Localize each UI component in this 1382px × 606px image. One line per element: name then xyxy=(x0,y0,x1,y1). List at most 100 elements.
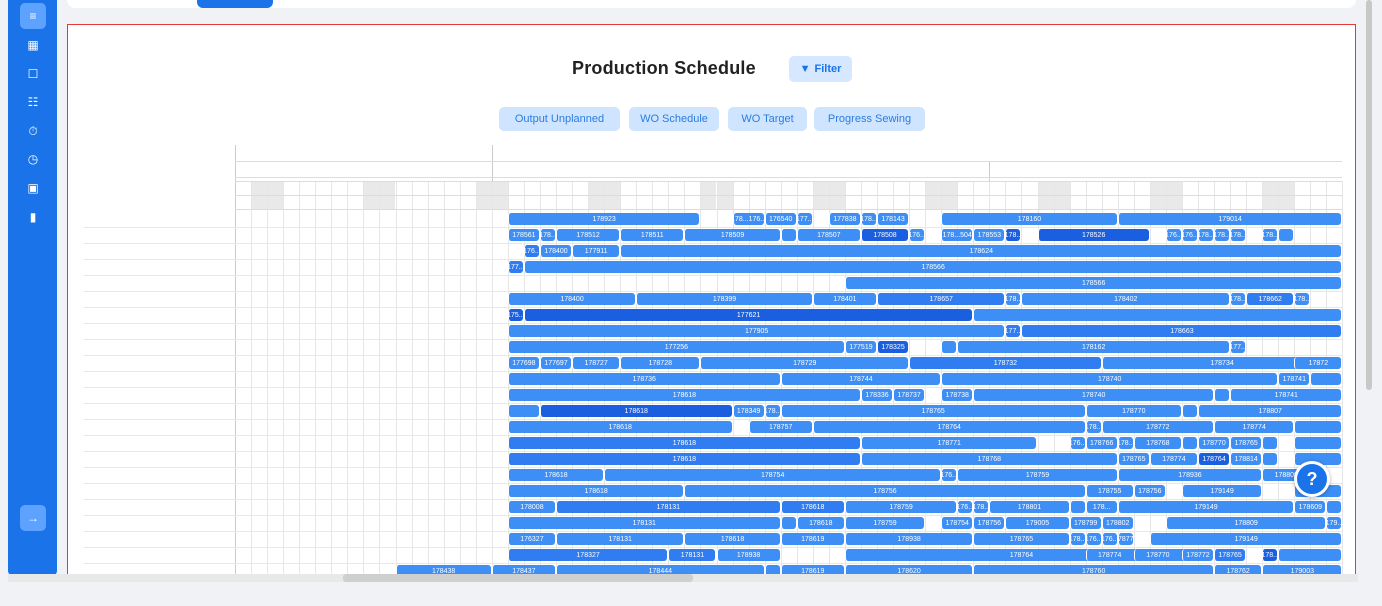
schedule-bar[interactable]: 178757 xyxy=(748,421,812,433)
schedule-bar[interactable]: 178336 xyxy=(860,389,893,401)
schedule-bar[interactable]: 178... xyxy=(1214,229,1230,241)
schedule-bar[interactable]: 178732 xyxy=(909,357,1101,369)
schedule-bar[interactable]: 178624 xyxy=(620,245,1342,257)
schedule-bar[interactable]: 178756 xyxy=(1133,485,1165,497)
schedule-bar[interactable]: 177621 xyxy=(523,309,973,321)
schedule-bar[interactable]: 178... xyxy=(1117,437,1133,449)
schedule-bar[interactable]: 178327 xyxy=(507,549,668,561)
schedule-bar[interactable]: 178618 xyxy=(507,485,684,497)
schedule-bar[interactable]: 178618 xyxy=(507,469,604,481)
schedule-bar[interactable]: 178... xyxy=(1085,501,1117,513)
schedule-bar[interactable] xyxy=(1294,437,1342,449)
schedule-bar[interactable]: 177... xyxy=(1230,341,1246,353)
stopwatch-icon[interactable]: ⏱ xyxy=(20,118,46,144)
schedule-bar[interactable]: 178770 xyxy=(1198,437,1230,449)
schedule-bar[interactable]: 178553 xyxy=(973,229,1005,241)
schedule-bar[interactable]: 179149 xyxy=(1181,485,1262,497)
schedule-bar[interactable]: 177... xyxy=(507,261,523,273)
schedule-bar[interactable]: 179149 xyxy=(1117,501,1294,513)
schedule-bar[interactable]: 178402 xyxy=(1021,293,1230,305)
schedule-bar[interactable]: 178936 xyxy=(1117,469,1262,481)
schedule-bar[interactable] xyxy=(1278,549,1342,561)
schedule-bar[interactable]: 178... xyxy=(1230,229,1246,241)
schedule-bar[interactable]: 176540 xyxy=(764,213,796,225)
output-unplanned-button[interactable]: Output Unplanned xyxy=(499,107,620,131)
schedule-bar[interactable]: 178...504 xyxy=(941,229,973,241)
schedule-bar[interactable]: 178566 xyxy=(523,261,1342,273)
schedule-bar[interactable]: 178938 xyxy=(716,549,780,561)
schedule-bar[interactable]: 178... xyxy=(764,405,780,417)
schedule-bar[interactable]: 179014 xyxy=(1117,213,1342,225)
schedule-bar[interactable]: 178618 xyxy=(780,501,844,513)
schedule-bar[interactable]: 177... xyxy=(1005,325,1021,337)
schedule-bar[interactable]: 178131 xyxy=(556,501,780,513)
schedule-bar[interactable]: 178618 xyxy=(507,421,732,433)
schedule-bar[interactable]: 178... xyxy=(1294,293,1310,305)
schedule-bar[interactable]: 17872 xyxy=(1294,357,1342,369)
schedule-bar[interactable]: 178131 xyxy=(556,533,684,545)
schedule-bar[interactable] xyxy=(1278,229,1294,241)
schedule-bar[interactable]: 178765 xyxy=(973,533,1069,545)
schedule-bar[interactable]: 178400 xyxy=(507,293,636,305)
schedule-bar[interactable]: 176327 xyxy=(507,533,555,545)
schedule-bar[interactable]: 178741 xyxy=(1230,389,1342,401)
schedule-bar[interactable]: 179149 xyxy=(1149,533,1342,545)
horizontal-scrollbar[interactable] xyxy=(8,574,1358,582)
schedule-bar[interactable]: 178807 xyxy=(1198,405,1342,417)
schedule-bar[interactable]: 178618 xyxy=(507,437,860,449)
schedule-bar[interactable]: 178938 xyxy=(844,533,973,545)
book-icon[interactable]: ▮ xyxy=(20,204,46,230)
schedule-bar[interactable]: 176... xyxy=(1085,533,1101,545)
schedule-bar[interactable]: 178143 xyxy=(877,213,909,225)
schedule-bar[interactable]: 178507 xyxy=(796,229,860,241)
schedule-bar[interactable] xyxy=(1262,453,1278,465)
schedule-bar[interactable]: 178399 xyxy=(636,293,812,305)
schedule-bar[interactable]: 178561 xyxy=(507,229,539,241)
schedule-bar[interactable]: 178774 xyxy=(1085,549,1133,561)
schedule-bar[interactable]: 178657 xyxy=(877,293,1005,305)
schedule-bar[interactable]: 177697 xyxy=(539,357,572,369)
schedule-bar[interactable]: 178768 xyxy=(860,453,1117,465)
schedule-bar[interactable]: 178618 xyxy=(796,517,844,529)
schedule-bar[interactable]: 178... xyxy=(1262,549,1278,561)
schedule-bar[interactable]: 178401 xyxy=(812,293,876,305)
schedule-bar[interactable]: 178162 xyxy=(957,341,1230,353)
schedule-bar[interactable] xyxy=(507,405,539,417)
vertical-scrollbar[interactable] xyxy=(1366,0,1372,390)
filter-button[interactable]: ▼ Filter xyxy=(789,56,852,82)
schedule-bar[interactable]: 178736 xyxy=(507,373,780,385)
schedule-bar[interactable]: 178774 xyxy=(1149,453,1197,465)
schedule-bar[interactable]: 178... xyxy=(1005,229,1021,241)
schedule-bar[interactable]: 175... xyxy=(507,309,523,321)
schedule-bar[interactable]: 177905 xyxy=(507,325,1005,337)
schedule-bar[interactable]: 178770 xyxy=(1085,405,1181,417)
schedule-bar[interactable] xyxy=(1181,405,1197,417)
schedule-bar[interactable]: 178923 xyxy=(507,213,700,225)
schedule-bar[interactable]: 178609 xyxy=(1294,501,1326,513)
schedule-bar[interactable]: 178566 xyxy=(844,277,1342,289)
schedule-bar[interactable]: 178618 xyxy=(539,405,732,417)
schedule-bar[interactable]: 177698 xyxy=(507,357,539,369)
schedule-bar[interactable]: 178663 xyxy=(1021,325,1342,337)
schedule-bar[interactable]: 179005 xyxy=(1005,517,1069,529)
schedule-bar[interactable]: 178759 xyxy=(844,517,925,529)
progress-sewing-button[interactable]: Progress Sewing xyxy=(814,107,925,131)
schedule-bar[interactable]: 178771 xyxy=(860,437,1037,449)
schedule-bar[interactable]: 176... xyxy=(941,469,957,481)
schedule-bar[interactable]: 176... xyxy=(1181,229,1197,241)
schedule-bar[interactable]: 178744 xyxy=(780,373,941,385)
schedule-bar[interactable]: 178755 xyxy=(1085,485,1133,497)
schedule-bar[interactable]: 178765 xyxy=(1117,453,1149,465)
schedule-bar[interactable]: 178801 xyxy=(989,501,1069,513)
schedule-bar[interactable]: 178809 xyxy=(1165,517,1326,529)
schedule-bar[interactable]: 178765 xyxy=(780,405,1085,417)
schedule-bar[interactable]: 178349 xyxy=(732,405,764,417)
schedule-bar[interactable] xyxy=(1294,421,1342,433)
schedule-bar[interactable]: 178759 xyxy=(844,501,957,513)
schedule-bar[interactable]: 178... xyxy=(973,501,989,513)
schedule-bar[interactable] xyxy=(1310,373,1342,385)
schedule-bar[interactable]: 178768 xyxy=(1133,437,1181,449)
schedule-bar[interactable]: 177519 xyxy=(844,341,876,353)
schedule-bar[interactable]: 178756 xyxy=(684,485,1085,497)
schedule-bar[interactable]: 176... xyxy=(957,501,973,513)
